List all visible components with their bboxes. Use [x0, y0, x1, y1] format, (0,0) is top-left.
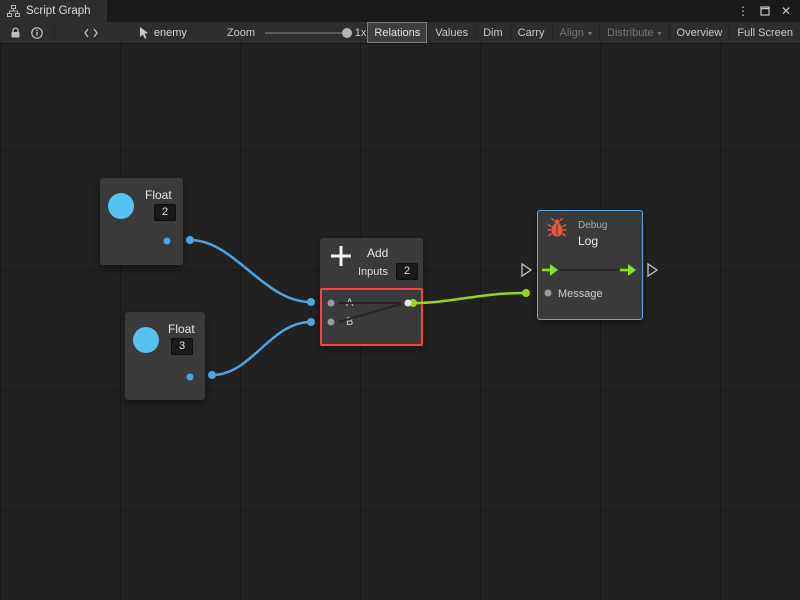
- port-label-a: A: [346, 297, 353, 309]
- relations-button[interactable]: Relations: [366, 22, 427, 43]
- dim-label: Dim: [483, 27, 503, 39]
- align-label: Align: [560, 27, 584, 39]
- toolbar-buttons: Relations Values Dim Carry Align ▾ Distri…: [366, 22, 800, 43]
- zoom-track: [265, 32, 347, 34]
- info-icon[interactable]: [26, 22, 48, 43]
- maximize-icon[interactable]: [760, 6, 770, 16]
- tab-script-graph[interactable]: Script Graph: [0, 0, 107, 22]
- node-float-2[interactable]: Float 3: [125, 312, 205, 400]
- graph-toolbar: enemy Zoom 1x Relations Values Dim Carry…: [0, 22, 800, 44]
- overview-label: Overview: [677, 27, 723, 39]
- port-debug-flow-in[interactable]: [522, 264, 531, 276]
- graph-breadcrumb[interactable]: enemy: [139, 27, 187, 39]
- graph-canvas[interactable]: Float 2 Float 3 Add Inputs 2 A B: [0, 44, 800, 600]
- node-title: Log: [578, 234, 598, 248]
- toolbar-separator: [54, 26, 55, 39]
- fullscreen-label: Full Screen: [737, 27, 793, 39]
- node-float-1[interactable]: Float 2: [100, 178, 183, 265]
- lock-icon[interactable]: [5, 22, 26, 43]
- port-label-message: Message: [558, 288, 603, 300]
- wire-endpoint: [307, 298, 315, 306]
- float-icon: [133, 327, 159, 353]
- tab-title: Script Graph: [26, 5, 91, 17]
- graph-name-label: enemy: [154, 27, 187, 39]
- wire-float2-to-add-b[interactable]: [212, 322, 311, 375]
- add-node-header: Add Inputs 2: [320, 238, 423, 288]
- chevron-down-icon: ▾: [658, 29, 662, 38]
- wire-endpoint: [208, 371, 216, 379]
- zoom-value: 1x: [355, 27, 367, 39]
- float-value-field[interactable]: 2: [154, 204, 176, 221]
- float-value-field[interactable]: 3: [171, 338, 193, 355]
- selection-highlight: A B: [320, 288, 423, 346]
- float-icon: [108, 193, 134, 219]
- tab-bar: Script Graph ⋮ ✕: [0, 0, 800, 22]
- fullscreen-button[interactable]: Full Screen: [729, 22, 800, 43]
- carry-label: Carry: [518, 27, 545, 39]
- menu-icon[interactable]: ⋮: [737, 5, 749, 17]
- plus-icon: [330, 245, 352, 267]
- close-icon[interactable]: ✕: [781, 5, 791, 17]
- node-category: Debug: [578, 220, 607, 231]
- node-title: Float: [145, 188, 172, 202]
- node-title: Float: [168, 322, 195, 336]
- wire-float1-to-add-a[interactable]: [190, 240, 311, 302]
- wire-add-to-message[interactable]: [413, 293, 526, 303]
- carry-button[interactable]: Carry: [510, 22, 552, 43]
- values-label: Values: [435, 27, 468, 39]
- zoom-slider[interactable]: [265, 27, 347, 39]
- wire-endpoint: [186, 236, 194, 244]
- overview-button[interactable]: Overview: [669, 22, 730, 43]
- window-controls: ⋮ ✕: [737, 0, 800, 22]
- dim-button[interactable]: Dim: [475, 22, 510, 43]
- node-add[interactable]: Add Inputs 2 A B: [320, 238, 423, 346]
- distribute-dropdown[interactable]: Distribute ▾: [599, 22, 668, 43]
- pointer-icon: [139, 27, 149, 39]
- script-graph-window: Script Graph ⋮ ✕: [0, 0, 800, 600]
- zoom-handle[interactable]: [342, 28, 352, 38]
- code-view-icon[interactable]: [79, 22, 103, 43]
- inputs-label: Inputs: [358, 266, 388, 278]
- align-dropdown[interactable]: Align ▾: [552, 22, 599, 43]
- port-label-b: B: [346, 316, 353, 328]
- node-title: Add: [367, 246, 388, 260]
- inputs-count-field[interactable]: 2: [396, 263, 418, 280]
- values-button[interactable]: Values: [427, 22, 475, 43]
- distribute-label: Distribute: [607, 27, 653, 39]
- wire-endpoint: [307, 318, 315, 326]
- chevron-down-icon: ▾: [588, 29, 592, 38]
- relations-label: Relations: [374, 27, 420, 39]
- wire-endpoint: [522, 289, 530, 297]
- bug-icon: [546, 217, 568, 239]
- graph-icon: [7, 5, 20, 17]
- node-debug-log[interactable]: Debug Log Message: [537, 210, 643, 320]
- zoom-label: Zoom: [227, 27, 255, 39]
- port-debug-flow-out[interactable]: [648, 264, 657, 276]
